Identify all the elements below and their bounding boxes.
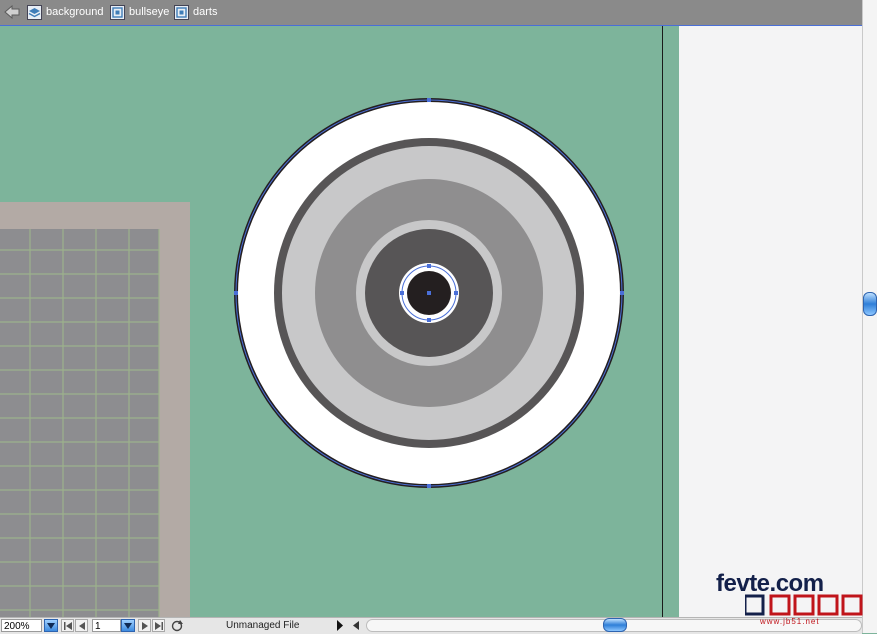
next-page-icon	[141, 622, 148, 630]
anchor-point[interactable]	[620, 291, 624, 295]
anchor-point[interactable]	[400, 291, 404, 295]
status-menu-arrow-icon[interactable]	[336, 620, 344, 631]
symbol-icon	[174, 4, 189, 20]
vertical-scroll-thumb[interactable]	[863, 292, 877, 316]
vertical-scrollbar[interactable]	[862, 0, 877, 633]
scroll-left-arrow-icon[interactable]	[352, 620, 360, 631]
board-grid	[0, 229, 159, 618]
chevron-down-icon	[47, 623, 55, 629]
chevron-down-icon	[124, 623, 132, 629]
breadcrumb-bar: background bullseye darts	[0, 0, 877, 26]
file-status-label: Unmanaged File	[226, 620, 300, 631]
status-bar: 200% 1 Unmanaged File	[0, 617, 862, 634]
anchor-point[interactable]	[427, 264, 431, 268]
next-page-button[interactable]	[138, 619, 151, 632]
layer-icon	[27, 4, 42, 20]
page-dropdown-button[interactable]	[121, 619, 135, 632]
zoom-field[interactable]: 200%	[1, 619, 42, 632]
anchor-point[interactable]	[234, 291, 238, 295]
page-number-field[interactable]: 1	[92, 619, 121, 632]
back-arrow-icon[interactable]	[4, 5, 20, 19]
pasteboard-area	[679, 26, 862, 618]
anchor-point[interactable]	[427, 318, 431, 322]
breadcrumb-label: background	[46, 6, 104, 18]
first-page-icon	[63, 622, 72, 630]
horizontal-scroll-thumb[interactable]	[603, 618, 627, 632]
zoom-dropdown-button[interactable]	[44, 619, 58, 632]
breadcrumb-item-background[interactable]: background	[27, 3, 104, 21]
breadcrumb-item-bullseye[interactable]: bullseye	[110, 3, 169, 21]
anchor-point[interactable]	[454, 291, 458, 295]
anchor-point[interactable]	[427, 98, 431, 102]
symbol-icon	[110, 4, 125, 20]
watermark-chinese-logo-icon	[745, 594, 863, 616]
last-page-button[interactable]	[152, 619, 165, 632]
first-page-button[interactable]	[61, 619, 74, 632]
anchor-point[interactable]	[427, 484, 431, 488]
previous-page-icon	[78, 622, 85, 630]
previous-page-button[interactable]	[75, 619, 88, 632]
breadcrumb-label: bullseye	[129, 6, 170, 18]
watermark-url: www.jb51.net	[760, 617, 820, 626]
breadcrumb-label: darts	[193, 6, 218, 18]
breadcrumb-item-darts[interactable]: darts	[174, 3, 217, 21]
artboard-edge	[662, 26, 663, 618]
center-point[interactable]	[427, 291, 431, 295]
rotate-view-icon[interactable]	[171, 620, 183, 632]
last-page-icon	[154, 622, 163, 630]
grid-board[interactable]	[0, 202, 190, 618]
